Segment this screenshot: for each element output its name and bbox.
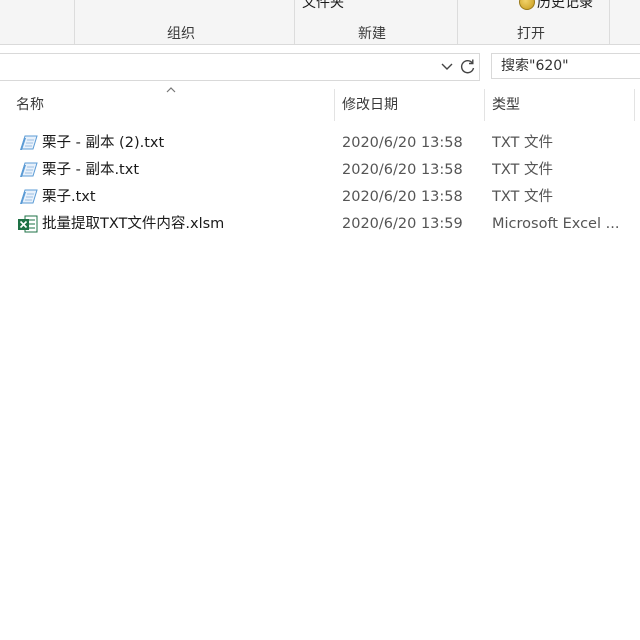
file-name: 栗子.txt	[42, 189, 96, 205]
excel-file-icon	[18, 215, 38, 233]
ribbon-separator	[74, 0, 75, 44]
file-row[interactable]: 批量提取TXT文件内容.xlsm 2020/6/20 13:59 Microso…	[0, 211, 640, 238]
group-label-organize: 组织	[167, 26, 195, 42]
file-modified: 2020/6/20 13:58	[342, 135, 463, 151]
text-file-icon	[20, 135, 38, 150]
refresh-button[interactable]	[457, 53, 480, 81]
ribbon-separator	[609, 0, 610, 44]
new-folder-button-label[interactable]: 文件夹	[302, 0, 344, 12]
file-type: TXT 文件	[492, 162, 554, 178]
text-file-icon	[20, 162, 38, 177]
column-divider[interactable]	[634, 89, 635, 121]
file-type: TXT 文件	[492, 135, 554, 151]
file-modified: 2020/6/20 13:58	[342, 162, 463, 178]
file-name: 批量提取TXT文件内容.xlsm	[42, 216, 225, 232]
group-label-open: 打开	[517, 26, 545, 42]
column-header-type[interactable]: 类型	[492, 88, 520, 122]
file-name: 栗子 - 副本 (2).txt	[42, 135, 165, 151]
history-button-label[interactable]: 历史记录	[537, 0, 593, 12]
column-header-modified[interactable]: 修改日期	[342, 88, 398, 122]
column-divider[interactable]	[334, 89, 335, 121]
sort-ascending-icon	[166, 87, 176, 93]
file-type: Microsoft Excel ...	[492, 216, 620, 232]
search-input[interactable]	[492, 54, 640, 78]
file-row[interactable]: 栗子 - 副本.txt 2020/6/20 13:58 TXT 文件	[0, 157, 640, 184]
file-name: 栗子 - 副本.txt	[42, 162, 140, 178]
group-label-new: 新建	[358, 26, 386, 42]
column-divider[interactable]	[484, 89, 485, 121]
ribbon: 文件夹 历史记录 组织 新建 打开	[0, 0, 640, 45]
file-modified: 2020/6/20 13:59	[342, 216, 463, 232]
file-row[interactable]: 栗子 - 副本 (2).txt 2020/6/20 13:58 TXT 文件	[0, 130, 640, 157]
file-row[interactable]: 栗子.txt 2020/6/20 13:58 TXT 文件	[0, 184, 640, 211]
ribbon-separator	[294, 0, 295, 44]
address-field[interactable]	[0, 53, 458, 81]
file-modified: 2020/6/20 13:58	[342, 189, 463, 205]
chevron-down-icon[interactable]	[438, 55, 456, 79]
ribbon-separator	[457, 0, 458, 44]
refresh-icon	[460, 59, 475, 74]
search-field[interactable]	[491, 53, 640, 79]
column-header-name[interactable]: 名称	[16, 88, 44, 122]
text-file-icon	[20, 189, 38, 204]
history-icon	[519, 0, 535, 10]
file-type: TXT 文件	[492, 189, 554, 205]
